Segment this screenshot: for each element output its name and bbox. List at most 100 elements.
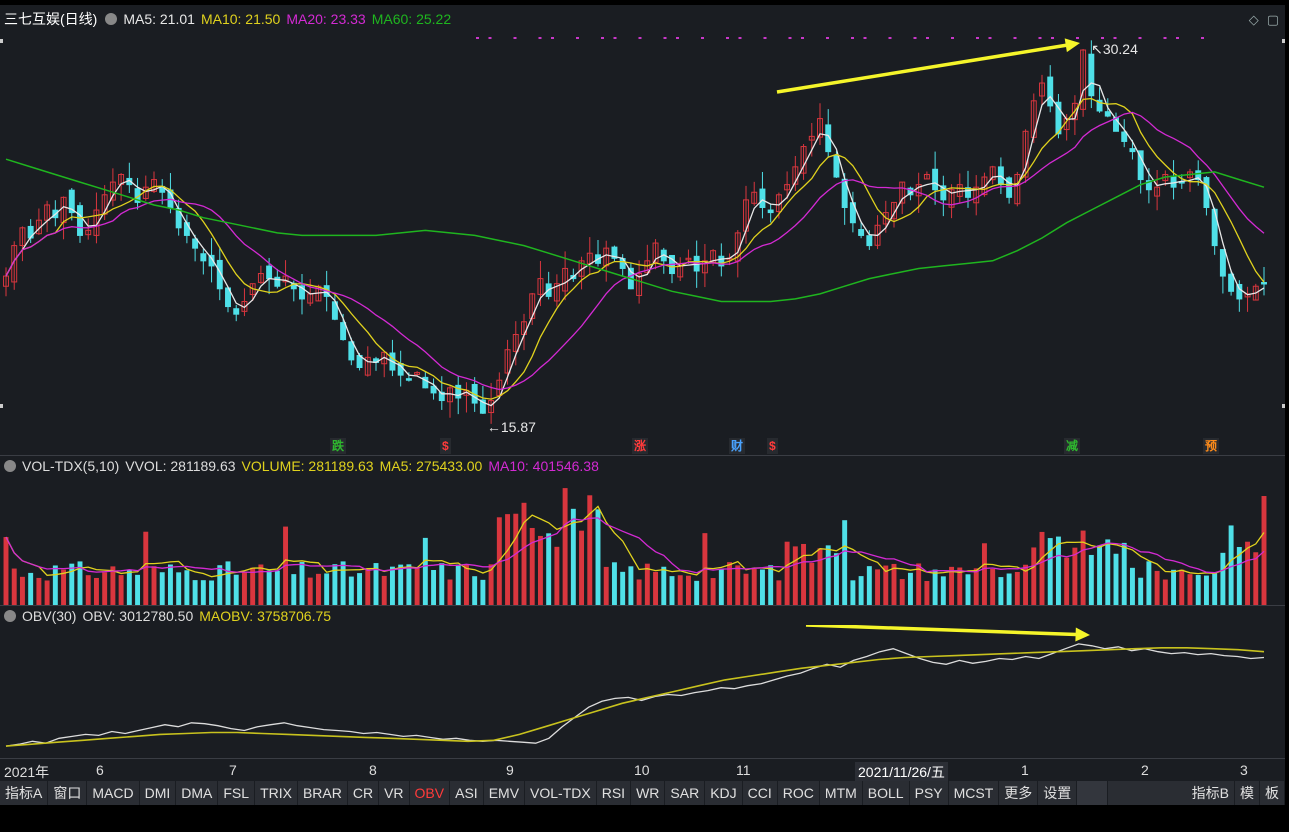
candle-body [200,253,207,262]
top-marker-dot [888,37,892,39]
event-marker[interactable]: 涨 [632,438,649,454]
top-marker-dot [738,37,742,39]
volume-bar [241,571,247,606]
indicator-tab[interactable]: SAR [665,781,706,805]
volume-bar [907,572,913,606]
event-marker[interactable]: $ [767,438,778,454]
indicator-tab[interactable]: MCST [949,781,1000,805]
event-marker[interactable]: 减 [1064,438,1081,454]
candle-body [1047,76,1054,107]
top-marker-dot [851,37,854,39]
vol-indicator-name[interactable]: VOL-TDX(5,10) [22,458,119,474]
top-marker-dot [576,37,579,39]
volume-bar [389,566,395,606]
date-label: 1 [1021,762,1029,778]
volume-bar [1014,571,1020,606]
settings-dot-icon[interactable] [4,610,16,622]
volume-bar [628,566,634,606]
volume-bar [866,566,872,606]
right-tab[interactable]: 板 [1260,781,1285,805]
volume-bar [1162,579,1168,606]
top-marker-dot [701,37,704,39]
volume-bar [151,566,157,606]
obv-chart[interactable] [0,625,1285,758]
volume-bar [1138,577,1144,606]
event-marker[interactable]: 预 [1203,438,1220,454]
volume-bar [340,561,346,606]
stock-name[interactable]: 三七互娱 [4,11,60,27]
volume-bar [554,546,560,606]
volume-bar [768,565,774,606]
indicator-tab[interactable]: BOLL [863,781,910,805]
volume-bar [620,571,626,606]
period-label: (日线) [60,11,98,27]
indicator-tab[interactable]: VOL-TDX [525,781,597,805]
volume-bar [19,576,25,606]
indicator-tab[interactable]: OBV [410,781,451,805]
volume-bar [981,543,987,606]
indicator-tab[interactable]: DMI [140,781,177,805]
indicator-tab[interactable]: TRIX [255,781,298,805]
price-chart[interactable]: ↖30.24 ←15.87 [0,29,1285,439]
settings-dot-icon[interactable] [4,460,16,472]
volume-bar [743,573,749,606]
diamond-icon[interactable]: ◇ [1249,12,1259,27]
date-label: 2 [1141,762,1149,778]
volume-bar [1072,547,1078,606]
event-marker[interactable]: $ [440,438,451,454]
indicator-tab[interactable]: KDJ [705,781,743,805]
candle-body [405,378,412,381]
tab-blank-slot[interactable] [1077,781,1109,805]
event-marker[interactable]: 财 [729,438,746,454]
indicator-tab[interactable]: CCI [743,781,778,805]
indicator-tab[interactable]: RSI [597,781,632,805]
indicator-tab[interactable]: 更多 [999,781,1039,805]
candle-body [1088,53,1095,97]
settings-dot-icon[interactable] [105,13,118,25]
indicator-tab[interactable]: 设置 [1038,781,1078,805]
volume-bar [858,576,864,606]
indicator-tab[interactable]: 窗口 [48,781,88,805]
date-label: 8 [369,762,377,778]
volume-bar [299,562,305,606]
obv-line [5,643,1265,747]
obv-header: OBV(30) OBV: 3012780.50 MAOBV: 3758706.75 [4,608,337,624]
right-tab[interactable]: 模 [1235,781,1260,805]
indicator-tab[interactable]: PSY [910,781,949,805]
top-marker-dot [863,37,867,39]
top-marker-dot [826,37,829,39]
indicator-tab[interactable]: 指标A [0,781,49,805]
indicator-tab[interactable]: FSL [218,781,256,805]
date-label: 11 [736,762,751,778]
indicator-tab[interactable]: VR [379,781,410,805]
volume-chart[interactable] [0,478,1285,608]
volume-bar [611,562,617,606]
top-marker-dot [613,37,617,39]
candle-body [233,308,240,315]
indicator-tab[interactable]: ROC [778,781,820,805]
indicator-tab[interactable]: WR [631,781,666,805]
volume-bar [850,580,856,606]
low-price-label: ←15.87 [487,419,536,435]
indicator-tab[interactable]: MACD [87,781,140,805]
indicator-tab[interactable]: MTM [820,781,863,805]
indicator-tab[interactable]: ASI [450,781,484,805]
volume-bar [447,579,453,606]
right-tab[interactable]: 指标B [1187,781,1235,805]
volume-bar [644,563,650,606]
volume-bar [924,580,930,606]
top-marker-dot [951,37,954,39]
volume-bar [348,576,354,606]
volume-bar [233,574,239,606]
restore-window-icon[interactable]: ▢ [1267,12,1279,27]
volume-bar [998,577,1004,606]
indicator-tab[interactable]: BRAR [298,781,348,805]
indicator-tab[interactable]: DMA [176,781,219,805]
volume-bar [817,548,823,606]
obv-indicator-name[interactable]: OBV(30) [22,608,76,624]
event-marker[interactable]: 跌 [330,438,347,454]
volume-bar [1212,573,1218,606]
indicator-tab[interactable]: CR [348,781,380,805]
indicator-tab[interactable]: EMV [484,781,526,805]
volume-bar [52,565,58,606]
